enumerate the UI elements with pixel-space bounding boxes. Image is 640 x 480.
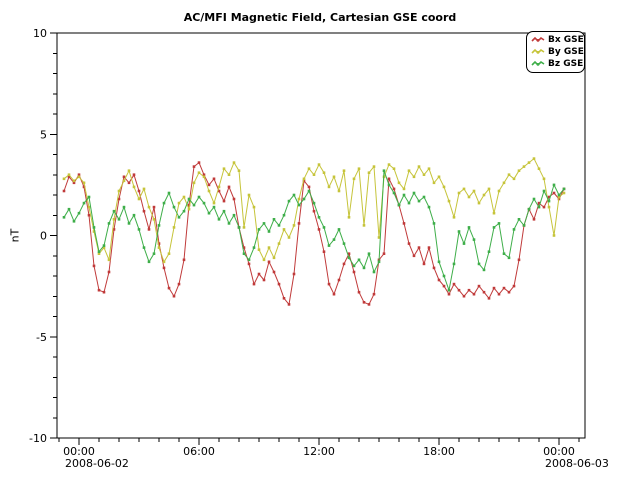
svg-text:06:00: 06:00 bbox=[183, 445, 215, 458]
axes-ticks bbox=[50, 33, 579, 445]
svg-text:18:00: 18:00 bbox=[423, 445, 455, 458]
svg-text:5: 5 bbox=[40, 128, 47, 141]
legend-box: Bx GSE By GSE Bz GSE bbox=[526, 31, 585, 73]
svg-text:10: 10 bbox=[33, 27, 47, 40]
legend-label-by: By GSE bbox=[548, 47, 584, 57]
bx-line-sample-icon bbox=[531, 36, 545, 44]
legend-label-bz: Bz GSE bbox=[548, 59, 583, 69]
svg-text:-10: -10 bbox=[29, 432, 47, 445]
svg-text:2008-06-02: 2008-06-02 bbox=[65, 457, 129, 470]
legend-item-by: By GSE bbox=[531, 47, 582, 57]
svg-text:0: 0 bbox=[40, 230, 47, 243]
by-line-sample-icon bbox=[531, 48, 545, 56]
bz-line-sample-icon bbox=[531, 60, 545, 68]
svg-text:-5: -5 bbox=[36, 331, 47, 344]
svg-text:12:00: 12:00 bbox=[303, 445, 335, 458]
axes-tick-labels: -10-5051000:0006:0012:0018:0000:002008-0… bbox=[29, 27, 609, 470]
legend-item-bx: Bx GSE bbox=[531, 35, 582, 45]
plot-frame bbox=[57, 33, 585, 438]
legend-item-bz: Bz GSE bbox=[531, 59, 582, 69]
series-bx-gse bbox=[63, 161, 566, 305]
legend-label-bx: Bx GSE bbox=[548, 35, 584, 45]
svg-text:2008-06-03: 2008-06-03 bbox=[545, 457, 609, 470]
magnetic-field-plot-window: AC/MFI Magnetic Field, Cartesian GSE coo… bbox=[0, 0, 640, 480]
